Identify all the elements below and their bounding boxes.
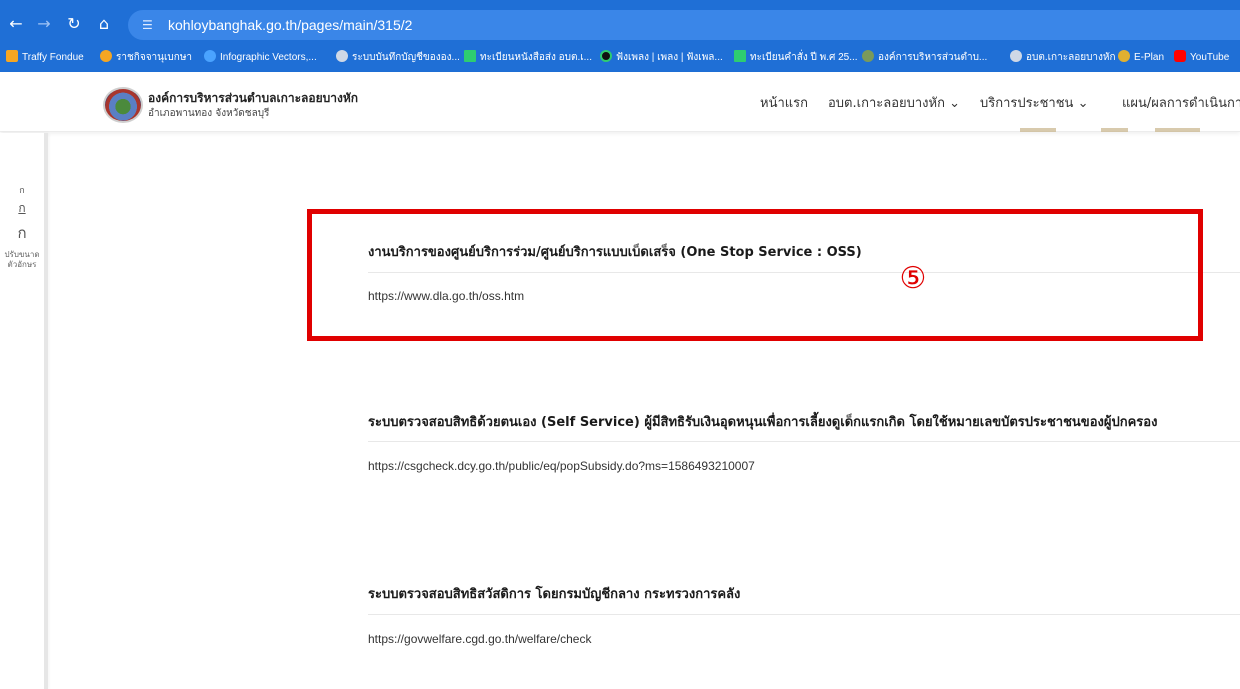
home-icon[interactable]: ⌂ — [92, 12, 116, 36]
font-size-panel: ก ก ก ปรับขนาดตัวอักษร — [0, 133, 48, 689]
bookmark-item[interactable]: ระบบบันทึกบัญชีขององ... — [336, 48, 460, 68]
bookmark-favicon-icon — [1174, 50, 1186, 62]
header-decoration — [1020, 128, 1200, 132]
chevron-down-icon: ⌄ — [1077, 96, 1089, 111]
address-bar-url: kohloybanghak.go.th/pages/main/315/2 — [168, 17, 413, 33]
site-logo[interactable] — [103, 87, 143, 123]
font-size-small-button[interactable]: ก — [0, 183, 44, 197]
divider — [368, 441, 1240, 442]
bookmark-favicon-icon — [600, 50, 612, 62]
bookmark-favicon-icon — [862, 50, 874, 62]
bookmark-item[interactable]: ทะเบียนหนังสือส่ง อบต.เ... — [464, 48, 592, 68]
bookmark-item[interactable]: ฟังเพลง | เพลง | ฟังเพล... — [600, 48, 723, 68]
nav-services[interactable]: บริการประชาชน ⌄ — [980, 92, 1088, 116]
bookmark-item[interactable]: E-Plan — [1118, 48, 1164, 68]
nav-plans[interactable]: แผน/ผลการดำเนินการ ⌄ — [1122, 92, 1240, 116]
bookmark-item[interactable]: ราชกิจจานุเบกษา — [100, 48, 192, 68]
service-title-welfare: ระบบตรวจสอบสิทธิสวัสดิการ โดยกรมบัญชีกลา… — [368, 587, 741, 602]
bookmark-favicon-icon — [336, 50, 348, 62]
font-size-label: ปรับขนาดตัวอักษร — [4, 250, 40, 269]
step-marker: ⑤ — [899, 261, 927, 296]
bookmarks-bar: Traffy Fondue ราชกิจจานุเบกษา Infographi… — [0, 46, 1240, 70]
chevron-down-icon: ⌄ — [949, 96, 961, 111]
bookmark-favicon-icon — [6, 50, 18, 62]
address-bar[interactable]: ☰ kohloybanghak.go.th/pages/main/315/2 — [128, 10, 1240, 40]
font-size-large-button[interactable]: ก — [0, 221, 44, 245]
site-subtitle: อำเภอพานทอง จังหวัดชลบุรี — [148, 108, 270, 119]
service-link-self-service[interactable]: https://csgcheck.dcy.go.th/public/eq/pop… — [368, 459, 755, 473]
highlight-box — [307, 209, 1203, 341]
site-info-icon[interactable]: ☰ — [142, 16, 160, 34]
bookmark-item[interactable]: Traffy Fondue — [6, 48, 84, 68]
back-icon[interactable]: ← — [4, 12, 28, 36]
bookmark-favicon-icon — [464, 50, 476, 62]
bookmark-favicon-icon — [1010, 50, 1022, 62]
service-title-self-service: ระบบตรวจสอบสิทธิด้วยตนเอง (Self Service)… — [368, 415, 1158, 430]
bookmark-item[interactable]: YouTube — [1174, 48, 1229, 68]
forward-icon[interactable]: → — [32, 12, 56, 36]
bookmark-favicon-icon — [734, 50, 746, 62]
bookmark-favicon-icon — [1118, 50, 1130, 62]
browser-chrome: ← → ↻ ⌂ ☰ kohloybanghak.go.th/pages/main… — [0, 0, 1240, 72]
bookmark-item[interactable]: องค์การบริหารส่วนตำบ... — [862, 48, 987, 68]
divider — [368, 614, 1240, 615]
browser-toolbar: ← → ↻ ⌂ ☰ kohloybanghak.go.th/pages/main… — [0, 4, 1240, 44]
bookmark-item[interactable]: Infographic Vectors,... — [204, 48, 317, 68]
nav-about[interactable]: อบต.เกาะลอยบางหัก ⌄ — [828, 92, 960, 116]
service-link-welfare[interactable]: https://govwelfare.cgd.go.th/welfare/che… — [368, 632, 591, 646]
font-size-medium-button[interactable]: ก — [0, 199, 44, 218]
bookmark-item[interactable]: อบต.เกาะลอยบางหัก — [1010, 48, 1116, 68]
bookmark-item[interactable]: ทะเบียนคำสั่ง ปี พ.ศ 25... — [734, 48, 858, 68]
reload-icon[interactable]: ↻ — [62, 12, 86, 36]
bookmark-favicon-icon — [100, 50, 112, 62]
nav-home[interactable]: หน้าแรก — [760, 92, 808, 116]
bookmark-favicon-icon — [204, 50, 216, 62]
